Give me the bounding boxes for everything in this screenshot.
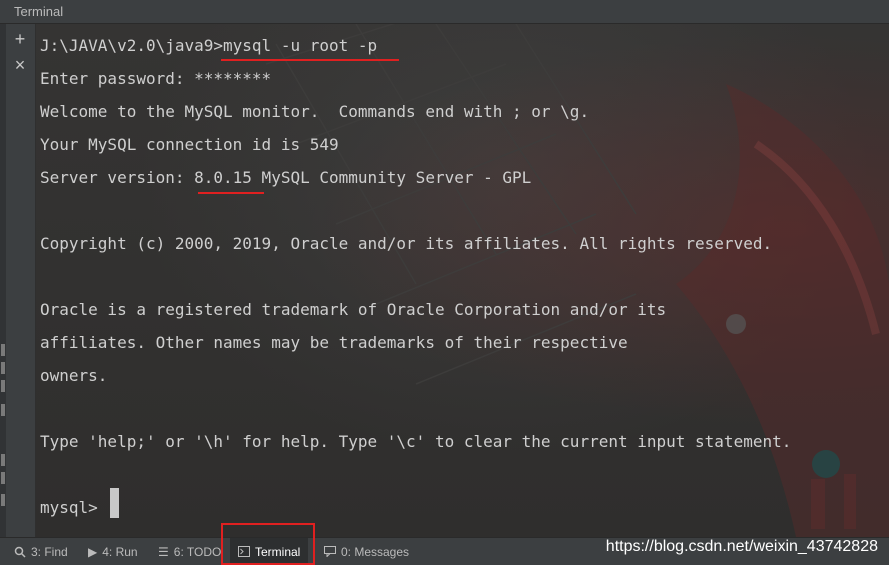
text-cursor: [110, 488, 119, 518]
tab-terminal[interactable]: Terminal: [230, 538, 309, 565]
terminal-line-command: J:\JAVA\v2.0\java9>mysql -u root -p: [40, 36, 378, 55]
side-tool-tick: [1, 454, 5, 466]
side-tool-strip: [0, 24, 6, 537]
command-underline-annotation: [221, 59, 399, 61]
close-session-icon[interactable]: ×: [11, 56, 29, 74]
tab-find[interactable]: 3: Find: [14, 538, 68, 565]
terminal-line: owners.: [40, 366, 108, 385]
terminal-line: Type 'help;' or '\h' for help. Type '\c'…: [40, 432, 792, 451]
terminal-line: Your MySQL connection id is 549: [40, 135, 339, 154]
watermark-text: https://blog.csdn.net/weixin_43742828: [605, 538, 878, 555]
background-artwork: [265, 24, 889, 537]
list-icon: ☰: [158, 544, 169, 559]
terminal-output[interactable]: J:\JAVA\v2.0\java9>mysql -u root -p Ente…: [36, 24, 889, 537]
side-tool-tick: [1, 472, 5, 484]
terminal-prompt: mysql>: [40, 498, 108, 517]
side-tool-tick: [1, 404, 5, 416]
side-tool-tick: [1, 362, 5, 374]
play-icon: ▶: [88, 544, 98, 559]
message-icon: [324, 546, 336, 557]
tab-run[interactable]: ▶ 4: Run: [88, 538, 138, 565]
tab-messages[interactable]: 0: Messages: [324, 538, 409, 565]
side-tool-tick: [1, 380, 5, 392]
terminal-gutter: + ×: [0, 24, 36, 537]
terminal-line: affiliates. Other names may be trademark…: [40, 333, 628, 352]
terminal-icon: [238, 546, 250, 557]
side-tool-tick: [1, 344, 5, 356]
terminal-line: Welcome to the MySQL monitor. Commands e…: [40, 102, 590, 121]
side-tool-tick: [1, 494, 5, 506]
new-session-icon[interactable]: +: [11, 30, 29, 48]
terminal-line: Copyright (c) 2000, 2019, Oracle and/or …: [40, 234, 773, 253]
tab-todo[interactable]: ☰ 6: TODO: [158, 538, 221, 565]
terminal-line-server-version: Server version: 8.0.15 MySQL Community S…: [40, 168, 532, 187]
tab-messages-label: 0: Messages: [341, 544, 410, 559]
terminal-title-bar: Terminal: [0, 0, 889, 24]
version-underline-annotation: [198, 192, 264, 194]
search-icon: [14, 546, 26, 558]
terminal-line: Enter password: ********: [40, 69, 272, 88]
terminal-line: Oracle is a registered trademark of Orac…: [40, 300, 667, 319]
tab-run-label: 4: Run: [102, 544, 138, 559]
tab-todo-label: 6: TODO: [173, 544, 222, 559]
panel-title: Terminal: [14, 4, 64, 19]
tab-terminal-label: Terminal: [255, 544, 301, 559]
tab-find-label: 3: Find: [31, 544, 68, 559]
